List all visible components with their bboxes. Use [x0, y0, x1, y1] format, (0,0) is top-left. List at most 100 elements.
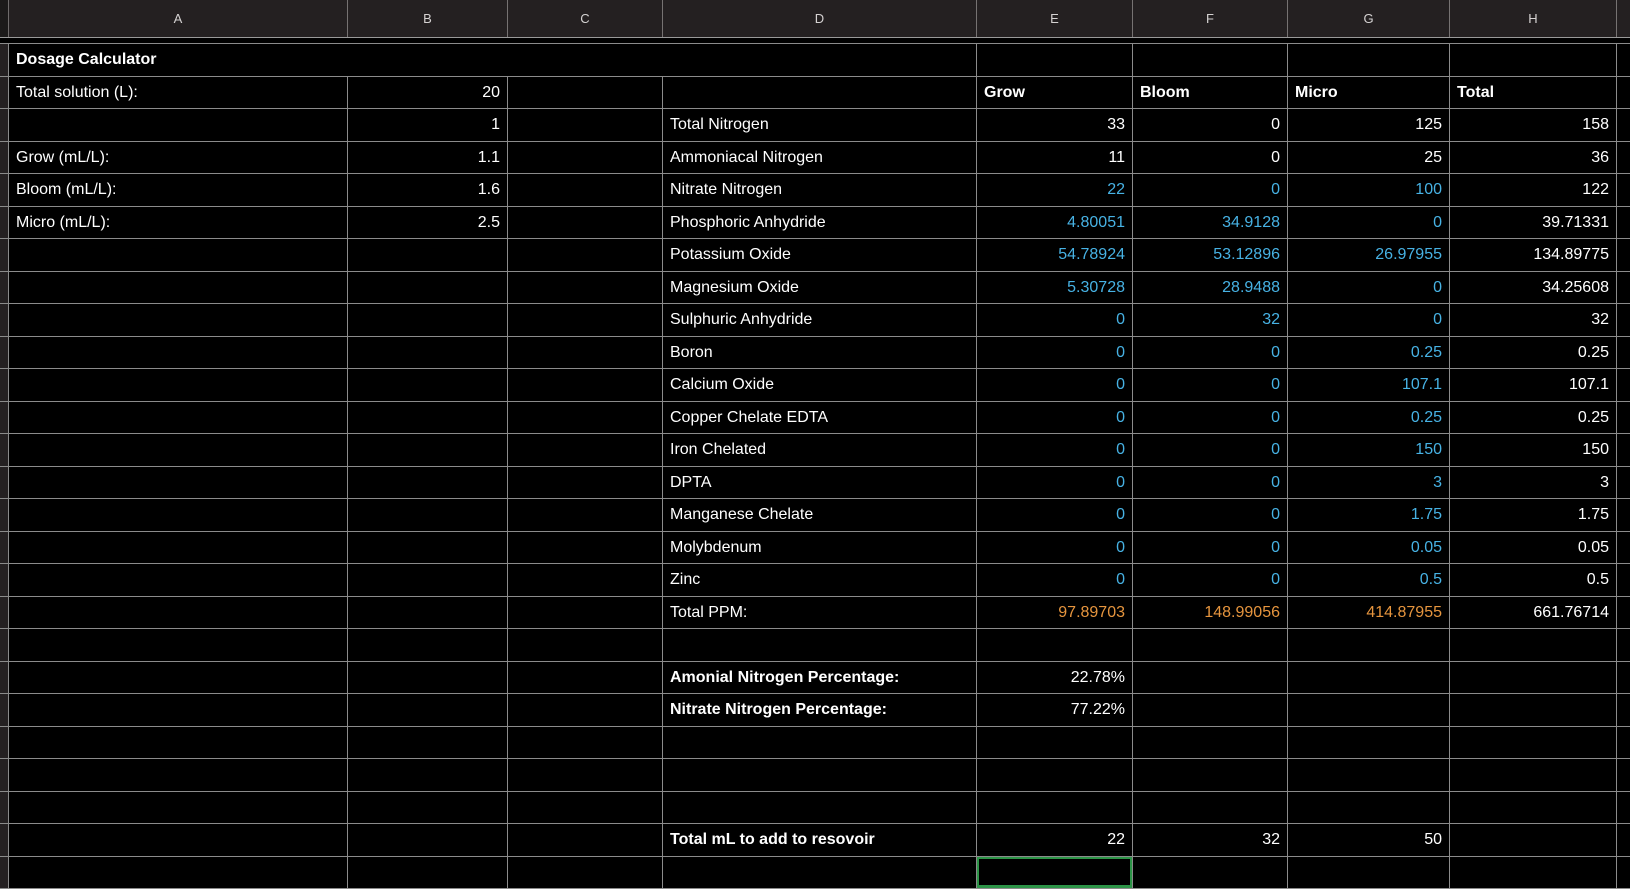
cell-A12[interactable] [9, 402, 348, 434]
cell-H18[interactable]: 661.76714 [1450, 597, 1617, 629]
cell-G22[interactable] [1288, 727, 1450, 759]
cell-G21[interactable] [1288, 694, 1450, 726]
cell-B17[interactable] [348, 564, 508, 596]
cell-A4[interactable]: Grow (mL/L): [9, 142, 348, 174]
cell-H9[interactable]: 32 [1450, 304, 1617, 336]
row-header-23[interactable] [0, 759, 9, 791]
cell-H11[interactable]: 107.1 [1450, 369, 1617, 401]
cell-I3[interactable] [1617, 109, 1630, 141]
cell-B13[interactable] [348, 434, 508, 466]
cell-F7[interactable]: 53.12896 [1133, 239, 1288, 271]
cell-D21[interactable]: Nitrate Nitrogen Percentage: [663, 694, 977, 726]
cell-C22[interactable] [508, 727, 663, 759]
cell-I21[interactable] [1617, 694, 1630, 726]
cell-C8[interactable] [508, 272, 663, 304]
cell-F8[interactable]: 28.9488 [1133, 272, 1288, 304]
cell-I13[interactable] [1617, 434, 1630, 466]
cell-C19[interactable] [508, 629, 663, 661]
cell-I25[interactable] [1617, 824, 1630, 856]
cell-I22[interactable] [1617, 727, 1630, 759]
row-header-21[interactable] [0, 694, 9, 726]
cell-H1[interactable] [1450, 44, 1617, 76]
cell-G8[interactable]: 0 [1288, 272, 1450, 304]
cell-I10[interactable] [1617, 337, 1630, 369]
cell-B21[interactable] [348, 694, 508, 726]
cell-I24[interactable] [1617, 792, 1630, 824]
cell-F12[interactable]: 0 [1133, 402, 1288, 434]
cell-H4[interactable]: 36 [1450, 142, 1617, 174]
cell-C9[interactable] [508, 304, 663, 336]
cell-C15[interactable] [508, 499, 663, 531]
cell-F3[interactable]: 0 [1133, 109, 1288, 141]
cell-H2[interactable]: Total [1450, 77, 1617, 109]
cell-B26[interactable] [348, 857, 508, 889]
corner-box[interactable] [0, 0, 9, 37]
cell-F20[interactable] [1133, 662, 1288, 694]
cell-D13[interactable]: Iron Chelated [663, 434, 977, 466]
cell-F4[interactable]: 0 [1133, 142, 1288, 174]
cell-B12[interactable] [348, 402, 508, 434]
cell-G13[interactable]: 150 [1288, 434, 1450, 466]
column-header-b[interactable]: B [348, 0, 508, 37]
cell-H14[interactable]: 3 [1450, 467, 1617, 499]
cell-A26[interactable] [9, 857, 348, 889]
cell-I18[interactable] [1617, 597, 1630, 629]
cell-F14[interactable]: 0 [1133, 467, 1288, 499]
cell-A11[interactable] [9, 369, 348, 401]
cell-G20[interactable] [1288, 662, 1450, 694]
cell-D8[interactable]: Magnesium Oxide [663, 272, 977, 304]
cell-F25[interactable]: 32 [1133, 824, 1288, 856]
cell-H26[interactable] [1450, 857, 1617, 889]
cell-C24[interactable] [508, 792, 663, 824]
cell-E15[interactable]: 0 [977, 499, 1133, 531]
column-header-d[interactable]: D [663, 0, 977, 37]
cell-I2[interactable] [1617, 77, 1630, 109]
row-header-17[interactable] [0, 564, 9, 596]
row-header-1[interactable] [0, 44, 9, 76]
cell-D12[interactable]: Copper Chelate EDTA [663, 402, 977, 434]
cell-G11[interactable]: 107.1 [1288, 369, 1450, 401]
cell-A14[interactable] [9, 467, 348, 499]
cell-E22[interactable] [977, 727, 1133, 759]
column-header-f[interactable]: F [1133, 0, 1288, 37]
cell-E8[interactable]: 5.30728 [977, 272, 1133, 304]
cell-C6[interactable] [508, 207, 663, 239]
cell-D5[interactable]: Nitrate Nitrogen [663, 174, 977, 206]
cell-E17[interactable]: 0 [977, 564, 1133, 596]
cell-E10[interactable]: 0 [977, 337, 1133, 369]
cell-C2[interactable] [508, 77, 663, 109]
cell-B14[interactable] [348, 467, 508, 499]
row-header-25[interactable] [0, 824, 9, 856]
cell-E18[interactable]: 97.89703 [977, 597, 1133, 629]
cell-C18[interactable] [508, 597, 663, 629]
cell-I6[interactable] [1617, 207, 1630, 239]
cell-A7[interactable] [9, 239, 348, 271]
cell-G9[interactable]: 0 [1288, 304, 1450, 336]
cell-F6[interactable]: 34.9128 [1133, 207, 1288, 239]
cell-F18[interactable]: 148.99056 [1133, 597, 1288, 629]
cell-D15[interactable]: Manganese Chelate [663, 499, 977, 531]
cell-B23[interactable] [348, 759, 508, 791]
cell-E25[interactable]: 22 [977, 824, 1133, 856]
cell-A24[interactable] [9, 792, 348, 824]
cell-F11[interactable]: 0 [1133, 369, 1288, 401]
cell-E20[interactable]: 22.78% [977, 662, 1133, 694]
cell-B2[interactable]: 20 [348, 77, 508, 109]
cell-B7[interactable] [348, 239, 508, 271]
cell-E21[interactable]: 77.22% [977, 694, 1133, 726]
row-header-14[interactable] [0, 467, 9, 499]
cell-C26[interactable] [508, 857, 663, 889]
cell-H22[interactable] [1450, 727, 1617, 759]
cell-D10[interactable]: Boron [663, 337, 977, 369]
cell-H24[interactable] [1450, 792, 1617, 824]
cell-G4[interactable]: 25 [1288, 142, 1450, 174]
cell-C14[interactable] [508, 467, 663, 499]
selected-cell[interactable] [977, 857, 1133, 889]
cell-A17[interactable] [9, 564, 348, 596]
cell-G18[interactable]: 414.87955 [1288, 597, 1450, 629]
cell-I8[interactable] [1617, 272, 1630, 304]
row-header-9[interactable] [0, 304, 9, 336]
cell-B16[interactable] [348, 532, 508, 564]
cell-B9[interactable] [348, 304, 508, 336]
column-header-e[interactable]: E [977, 0, 1133, 37]
